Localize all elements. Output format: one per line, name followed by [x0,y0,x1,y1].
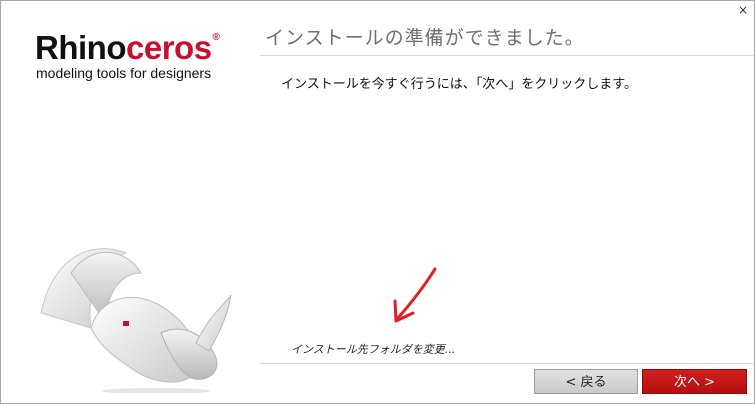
installer-window: × Rhinoceros® modeling tools for designe… [0,0,755,404]
change-install-folder-link[interactable]: インストール先フォルダを変更... [291,341,455,357]
close-icon[interactable]: × [738,3,748,17]
page-title: インストールの準備ができました。 [265,27,585,49]
brand-logo: Rhinoceros® [35,29,220,66]
sidebar: Rhinoceros® modeling tools for designers [1,1,259,403]
logo-tagline: modeling tools for designers [36,65,212,81]
red-arrow-icon [393,267,437,323]
instruction-text: インストールを今すぐ行うには、「次へ」をクリックします。 [281,77,637,92]
logo-text-black: Rhino [35,29,126,66]
logo-text-red: ceros [125,29,212,66]
header-divider [260,55,754,56]
footer-divider [260,363,754,364]
back-button[interactable]: < 戻る [534,369,638,394]
registered-mark: ® [212,32,220,43]
rhino-logo [40,248,232,393]
next-button[interactable]: 次へ > [642,369,747,394]
